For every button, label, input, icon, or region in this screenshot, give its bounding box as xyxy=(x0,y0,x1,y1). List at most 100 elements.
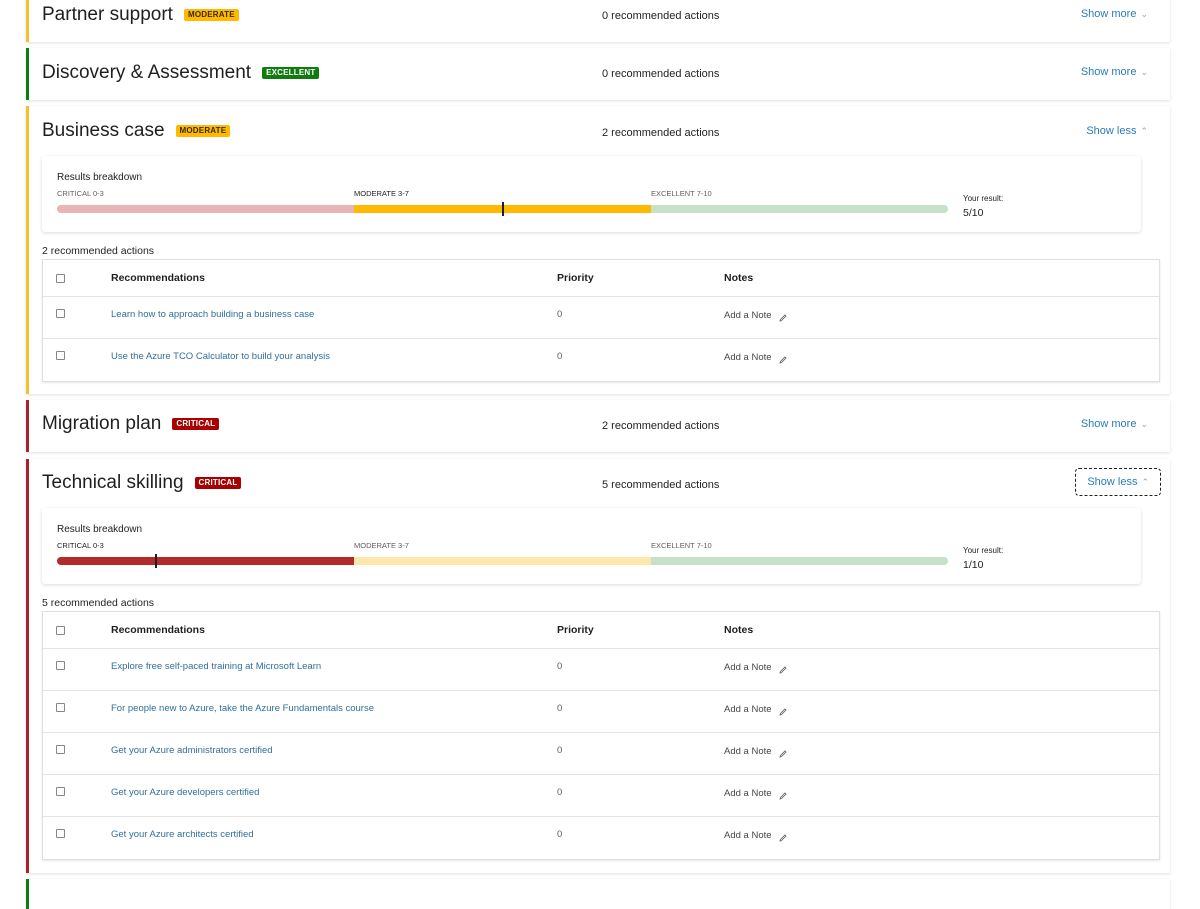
add-note-label: Add a Note xyxy=(724,746,772,757)
chevron-up-icon: ⌃ xyxy=(1141,476,1149,487)
pencil-icon xyxy=(778,356,787,364)
results-breakdown: Results breakdown CRITICAL 0-3 MODERATE … xyxy=(42,156,1141,232)
score-bar-segment-critical xyxy=(57,205,354,213)
show-more-button[interactable]: Show more ⌄ xyxy=(1081,8,1148,20)
row-checkbox[interactable] xyxy=(56,309,65,318)
row-checkbox[interactable] xyxy=(56,787,65,796)
table-row: Get your Azure architects certified 0 Ad… xyxy=(43,817,1159,859)
recommendation-link[interactable]: Use the Azure TCO Calculator to build yo… xyxy=(111,351,330,362)
score-bar-segment-excellent xyxy=(651,205,948,213)
add-note-button[interactable]: Add a Note xyxy=(724,660,788,675)
show-less-button[interactable]: Show less ⌃ xyxy=(1086,125,1148,137)
recommendations-table: Recommendations Priority Notes Explore f… xyxy=(42,611,1160,860)
show-less-button[interactable]: Show less ⌃ xyxy=(1075,468,1161,496)
range-label-excellent: EXCELLENT 7-10 xyxy=(651,189,712,198)
select-all-checkbox[interactable] xyxy=(56,626,65,635)
recommended-count: 2 recommended actions xyxy=(602,127,720,139)
section-title-text: Business case xyxy=(42,120,165,141)
toggle-label: Show more xyxy=(1080,66,1137,78)
score-bar xyxy=(57,554,948,568)
column-header-priority: Priority xyxy=(557,272,594,284)
range-label-moderate: MODERATE 3-7 xyxy=(354,541,409,550)
select-all-checkbox[interactable] xyxy=(56,274,65,283)
add-note-button[interactable]: Add a Note xyxy=(724,350,788,365)
section-migration-plan: Migration plan CRITICAL 2 recommended ac… xyxy=(26,400,1170,452)
column-header-notes: Notes xyxy=(724,624,754,636)
section-technical-skilling: Technical skilling CRITICAL 5 recommende… xyxy=(26,459,1170,873)
priority-value: 0 xyxy=(557,787,563,798)
score-marker xyxy=(501,202,504,216)
toggle-label: Show less xyxy=(1086,125,1137,137)
add-note-label: Add a Note xyxy=(724,788,772,799)
table-row: Explore free self-paced training at Micr… xyxy=(43,649,1159,691)
section-partner-support: Partner support MODERATE 0 recommended a… xyxy=(26,0,1170,42)
column-header-recommendations: Recommendations xyxy=(111,624,205,636)
column-header-recommendations: Recommendations xyxy=(111,272,205,284)
section-title: Business case MODERATE xyxy=(42,117,231,145)
row-checkbox[interactable] xyxy=(56,745,65,754)
toggle-label: Show more xyxy=(1080,8,1137,20)
add-note-button[interactable]: Add a Note xyxy=(724,828,788,843)
section-title: Migration plan CRITICAL xyxy=(42,410,220,438)
chevron-down-icon: ⌄ xyxy=(1140,8,1148,19)
range-label-moderate: MODERATE 3-7 xyxy=(354,189,409,198)
recommended-count: 2 recommended actions xyxy=(602,420,720,432)
your-result-score: 1/10 xyxy=(963,559,984,571)
priority-value: 0 xyxy=(557,351,563,362)
add-note-label: Add a Note xyxy=(724,704,772,715)
table-row: Use the Azure TCO Calculator to build yo… xyxy=(43,339,1159,381)
recommendation-link[interactable]: Learn how to approach building a busines… xyxy=(111,309,314,320)
status-badge: MODERATE xyxy=(175,125,231,137)
range-label-critical: CRITICAL 0-3 xyxy=(57,189,104,198)
status-badge: CRITICAL xyxy=(194,477,242,489)
show-more-button[interactable]: Show more ⌄ xyxy=(1081,418,1148,430)
results-breakdown: Results breakdown CRITICAL 0-3 MODERATE … xyxy=(42,508,1141,584)
add-note-button[interactable]: Add a Note xyxy=(724,702,788,717)
add-note-button[interactable]: Add a Note xyxy=(724,308,788,323)
row-checkbox[interactable] xyxy=(56,829,65,838)
add-note-button[interactable]: Add a Note xyxy=(724,744,788,759)
section-title-text: Discovery & Assessment xyxy=(42,62,252,83)
recommendation-link[interactable]: Get your Azure administrators certified xyxy=(111,745,273,756)
your-result-label: Your result: xyxy=(963,194,1004,203)
section-title: Discovery & Assessment EXCELLENT xyxy=(42,59,320,87)
recommendation-link[interactable]: For people new to Azure, take the Azure … xyxy=(111,703,374,714)
table-row: Learn how to approach building a busines… xyxy=(43,297,1159,339)
score-bar-segment-critical xyxy=(57,557,354,565)
section-title-text: Partner support xyxy=(42,4,173,25)
add-note-label: Add a Note xyxy=(724,352,772,363)
column-header-notes: Notes xyxy=(724,272,754,284)
recommendation-link[interactable]: Get your Azure architects certified xyxy=(111,829,254,840)
score-bar-segment-excellent xyxy=(651,557,948,565)
recommended-count: 0 recommended actions xyxy=(602,68,720,80)
actions-count-label: 5 recommended actions xyxy=(42,597,155,609)
show-more-button[interactable]: Show more ⌄ xyxy=(1081,66,1148,78)
section-title-text: Technical skilling xyxy=(42,472,184,493)
add-note-button[interactable]: Add a Note xyxy=(724,786,788,801)
chevron-up-icon: ⌃ xyxy=(1140,125,1148,136)
add-note-label: Add a Note xyxy=(724,830,772,841)
pencil-icon xyxy=(778,708,787,716)
section-header: Discovery & Assessment EXCELLENT 0 recom… xyxy=(29,48,1170,106)
priority-value: 0 xyxy=(557,309,563,320)
score-marker xyxy=(155,554,157,568)
actions-count-label: 2 recommended actions xyxy=(42,245,155,257)
table-header-row: Recommendations Priority Notes xyxy=(43,260,1159,297)
row-checkbox[interactable] xyxy=(56,351,65,360)
column-header-priority: Priority xyxy=(557,624,594,636)
table-row: Get your Azure developers certified 0 Ad… xyxy=(43,775,1159,817)
breakdown-title: Results breakdown xyxy=(57,524,143,535)
row-checkbox[interactable] xyxy=(56,661,65,670)
chevron-down-icon: ⌄ xyxy=(1140,66,1148,77)
score-bar-segment-moderate xyxy=(354,557,651,565)
recommendation-link[interactable]: Explore free self-paced training at Micr… xyxy=(111,661,321,672)
row-checkbox[interactable] xyxy=(56,703,65,712)
pencil-icon xyxy=(778,834,787,842)
priority-value: 0 xyxy=(557,745,563,756)
section-next xyxy=(26,879,1170,909)
range-label-excellent: EXCELLENT 7-10 xyxy=(651,541,712,550)
your-result-label: Your result: xyxy=(963,546,1004,555)
toggle-label: Show more xyxy=(1080,418,1137,430)
recommendation-link[interactable]: Get your Azure developers certified xyxy=(111,787,259,798)
section-business-case: Business case MODERATE 2 recommended act… xyxy=(26,106,1170,394)
